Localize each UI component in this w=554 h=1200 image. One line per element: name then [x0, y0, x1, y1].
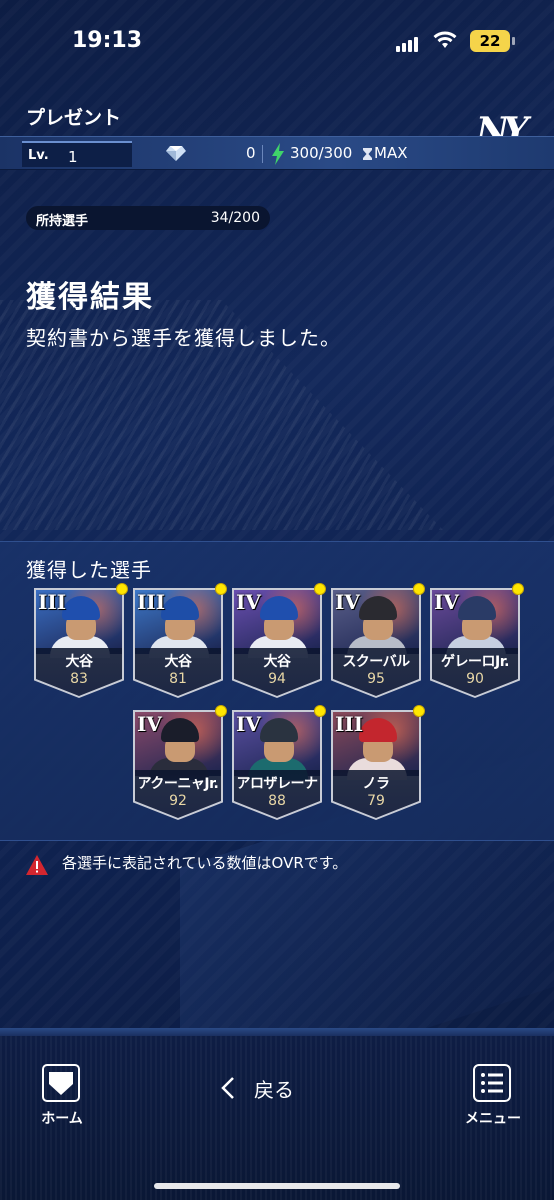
player-ovr: 81: [169, 671, 187, 687]
page-title: プレゼント: [26, 107, 122, 129]
warning-icon: [26, 855, 48, 875]
player-name: ノラ: [362, 776, 391, 792]
wifi-icon: [433, 31, 457, 48]
new-badge: [215, 705, 227, 717]
stamina-value: 300/300: [290, 144, 353, 162]
card-rank: III: [38, 590, 67, 614]
player-ovr: 94: [268, 671, 286, 687]
home-indicator: [154, 1183, 400, 1189]
clock: 19:13: [72, 28, 143, 53]
player-card[interactable]: IV スクーバル 95: [331, 583, 425, 698]
hourglass-icon: [363, 148, 372, 160]
player-cap: [458, 596, 496, 620]
owned-players-label: 所持選手: [36, 214, 89, 229]
player-cap: [359, 596, 397, 620]
level-value: 1: [68, 148, 78, 166]
player-cap: [161, 596, 199, 620]
level-label: Lv.: [28, 148, 49, 163]
player-card[interactable]: IV ゲレーロJr. 90: [430, 583, 524, 698]
battery-indicator: 22: [470, 30, 515, 52]
player-ovr: 88: [268, 793, 286, 809]
card-rank: IV: [335, 590, 360, 614]
card-rank: IV: [236, 590, 261, 614]
player-ovr: 90: [466, 671, 484, 687]
player-cap: [260, 718, 298, 742]
player-card[interactable]: IV アクーニャJr. 92: [133, 705, 227, 820]
new-badge: [512, 583, 524, 595]
player-name: 大谷: [164, 654, 193, 670]
diamond-icon: [166, 146, 186, 161]
card-rank: III: [335, 712, 364, 736]
menu-label: メニュー: [465, 1111, 521, 1127]
back-label: 戻る: [254, 1078, 294, 1102]
divider: [262, 145, 263, 163]
player-card[interactable]: III 大谷 83: [34, 583, 128, 698]
card-rank: IV: [137, 712, 162, 736]
menu-button[interactable]: メニュー: [458, 1064, 528, 1134]
player-name: 大谷: [263, 654, 292, 670]
status-bar: 19:13 22: [0, 0, 554, 80]
player-name: スクーバル: [342, 654, 410, 670]
menu-list-icon: [473, 1064, 511, 1102]
new-badge: [314, 705, 326, 717]
player-name: ゲレーロJr.: [441, 654, 509, 670]
timer-max: MAX: [374, 144, 408, 162]
owned-players-count: 34/200: [210, 210, 260, 226]
new-badge: [413, 705, 425, 717]
result-subtitle: 契約書から選手を獲得しました。: [26, 326, 341, 350]
player-name: アクーニャJr.: [137, 776, 219, 792]
back-button[interactable]: 戻る: [214, 1070, 324, 1106]
chevron-left-icon: [221, 1077, 234, 1099]
card-rank: III: [137, 590, 166, 614]
gem-count: 0: [246, 144, 256, 162]
result-title: 獲得結果: [26, 280, 154, 315]
lightning-icon: [272, 143, 284, 165]
cellular-signal-icon: [396, 33, 420, 52]
new-badge: [413, 583, 425, 595]
player-cap: [161, 718, 199, 742]
player-cap: [62, 596, 100, 620]
player-cap: [359, 718, 397, 742]
notice-text: 各選手に表記されている数値はOVRです。: [62, 854, 348, 872]
player-name: アロザレーナ: [236, 776, 319, 792]
bottom-divider: [0, 1028, 554, 1036]
player-card[interactable]: IV 大谷 94: [232, 583, 326, 698]
home-plate-icon: [42, 1064, 80, 1102]
player-card[interactable]: III 大谷 81: [133, 583, 227, 698]
new-badge: [314, 583, 326, 595]
player-info-bar: Lv. 1 0 300/300 MAX: [0, 136, 554, 170]
home-label: ホーム: [41, 1111, 83, 1127]
card-rank: IV: [236, 712, 261, 736]
acquired-players-title: 獲得した選手: [26, 558, 152, 582]
level-box: Lv. 1: [22, 141, 132, 167]
card-rank: IV: [434, 590, 459, 614]
player-ovr: 92: [169, 793, 187, 809]
new-badge: [215, 583, 227, 595]
home-button[interactable]: ホーム: [30, 1064, 94, 1134]
player-name: 大谷: [65, 654, 94, 670]
player-ovr: 95: [367, 671, 385, 687]
player-ovr: 83: [70, 671, 88, 687]
player-ovr: 79: [367, 793, 385, 809]
player-card[interactable]: III ノラ 79: [331, 705, 425, 820]
owned-players-badge: 所持選手 34/200: [26, 206, 270, 230]
player-card[interactable]: IV アロザレーナ 88: [232, 705, 326, 820]
player-cap: [260, 596, 298, 620]
new-badge: [116, 583, 128, 595]
